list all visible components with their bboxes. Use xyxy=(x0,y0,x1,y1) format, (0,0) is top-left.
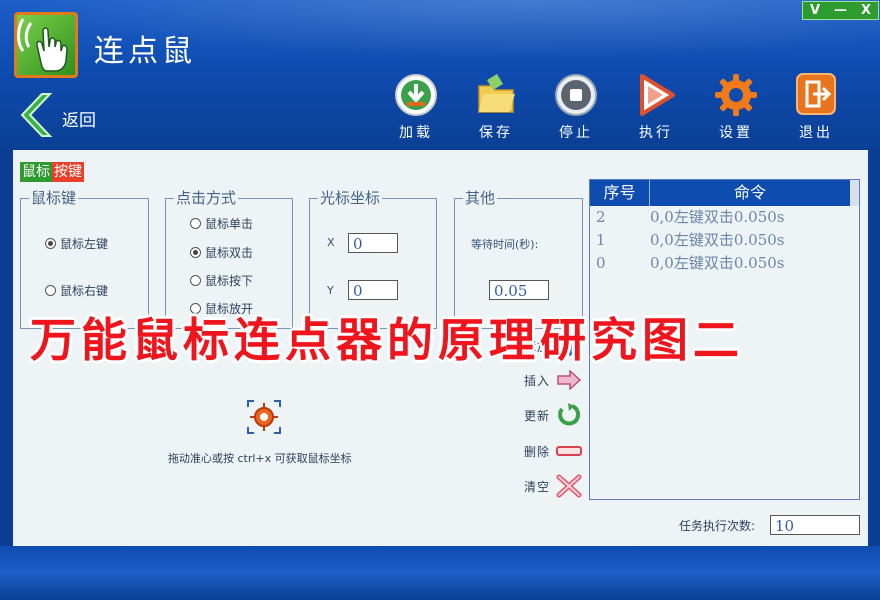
radio-double-click[interactable]: 鼠标双击 xyxy=(190,244,253,261)
radio-indicator xyxy=(45,285,56,296)
close-button[interactable]: X xyxy=(861,3,871,18)
app-logo xyxy=(14,12,78,78)
crosshair-target[interactable] xyxy=(246,399,282,435)
radio-label: 鼠标单击 xyxy=(205,217,254,231)
run-label: 执行 xyxy=(639,125,673,141)
x-label: X xyxy=(327,236,335,249)
wait-time-input[interactable]: 0.05 xyxy=(489,280,549,300)
radio-label: 鼠标左键 xyxy=(60,237,109,251)
radio-press[interactable]: 鼠标按下 xyxy=(190,272,253,289)
arrow-right-pink-icon xyxy=(557,370,582,390)
radio-indicator xyxy=(190,275,201,286)
radio-indicator xyxy=(190,218,201,229)
tag-part-1: 鼠标 xyxy=(20,162,52,182)
y-label: Y xyxy=(327,284,334,297)
radio-label: 鼠标双击 xyxy=(205,246,254,260)
radio-indicator xyxy=(190,247,201,258)
update-command-label: 更新 xyxy=(524,408,551,423)
folder-save-icon xyxy=(478,74,515,113)
settings-label: 设置 xyxy=(719,125,753,141)
save-button[interactable]: 保存 xyxy=(466,72,526,142)
crosshair-hint: 拖动准心或按 ctrl+x 可获取鼠标坐标 xyxy=(168,452,352,465)
radio-indicator xyxy=(45,238,56,249)
radio-label: 鼠标右键 xyxy=(60,284,109,298)
download-icon xyxy=(395,74,437,116)
header-command: 命令 xyxy=(733,183,766,202)
radio-single-click[interactable]: 鼠标单击 xyxy=(190,215,253,232)
cursor-coords-title: 光标坐标 xyxy=(318,189,383,207)
clear-command-label: 清空 xyxy=(524,479,551,494)
app-title: 连点鼠 xyxy=(94,34,196,69)
run-button[interactable]: 执行 xyxy=(626,72,686,142)
mouse-key-tag: 鼠标 按键 xyxy=(20,162,84,182)
row-command: 0,0左键双击0.050s xyxy=(650,231,785,249)
stop-label: 停止 xyxy=(559,125,593,141)
wait-time-label: 等待时间(秒): xyxy=(471,238,539,251)
exit-icon xyxy=(796,73,836,115)
row-index: 2 xyxy=(596,208,606,226)
mouse-key-title: 鼠标键 xyxy=(29,189,79,207)
settings-button[interactable]: 设置 xyxy=(706,72,766,142)
tag-part-2: 按键 xyxy=(52,162,84,182)
loop-count-input[interactable]: 10 xyxy=(770,515,860,535)
delete-command-label: 删除 xyxy=(524,444,551,459)
header-index: 序号 xyxy=(590,180,650,206)
refresh-icon xyxy=(558,403,581,426)
table-row[interactable]: 1 0,0左键双击0.050s xyxy=(590,229,859,252)
minimize-button[interactable]: — xyxy=(834,3,847,18)
insert-command-button[interactable]: 插入 xyxy=(524,368,582,392)
radio-left-button[interactable]: 鼠标左键 xyxy=(45,235,108,252)
row-index: 0 xyxy=(596,254,606,272)
row-index: 1 xyxy=(596,231,606,249)
y-coord-input[interactable]: 0 xyxy=(348,280,398,300)
update-command-button[interactable]: 更新 xyxy=(524,403,582,427)
radio-right-button[interactable]: 鼠标右键 xyxy=(45,282,108,299)
gear-icon xyxy=(715,74,757,116)
window-controls: V — X xyxy=(802,1,879,20)
back-label: 返回 xyxy=(62,111,96,131)
watermark-caption: 万能鼠标连点器的原理研究图二 xyxy=(30,313,744,367)
table-scrollbar-stub[interactable] xyxy=(850,180,859,206)
table-header: 序号 命令 xyxy=(590,180,859,206)
radio-label: 鼠标按下 xyxy=(205,274,254,288)
minus-icon xyxy=(556,446,582,456)
delete-command-button[interactable]: 删除 xyxy=(524,439,582,463)
stop-button[interactable]: 停止 xyxy=(546,72,606,142)
insert-command-label: 插入 xyxy=(524,373,551,388)
back-button[interactable]: 返回 xyxy=(18,92,108,140)
back-chevron-icon xyxy=(20,93,53,137)
exit-button[interactable]: 退出 xyxy=(786,72,846,142)
loop-count-label: 任务执行次数: xyxy=(679,519,756,533)
click-mode-title: 点击方式 xyxy=(174,189,239,207)
stop-icon xyxy=(555,74,597,116)
play-icon xyxy=(640,74,675,116)
minimize-to-tray-button[interactable]: V xyxy=(810,3,820,18)
x-coord-input[interactable]: 0 xyxy=(348,233,398,253)
load-button[interactable]: 加载 xyxy=(386,72,446,142)
clear-command-button[interactable]: 清空 xyxy=(524,474,582,498)
row-command: 0,0左键双击0.050s xyxy=(650,208,785,226)
table-row[interactable]: 0 0,0左键双击0.050s xyxy=(590,252,859,275)
footer-bar xyxy=(0,546,880,600)
table-row[interactable]: 2 0,0左键双击0.050s xyxy=(590,206,859,229)
crosshair-icon xyxy=(247,400,281,434)
exit-label: 退出 xyxy=(799,125,833,141)
hand-pointer-icon xyxy=(17,18,68,72)
save-label: 保存 xyxy=(479,125,513,141)
row-command: 0,0左键双击0.050s xyxy=(650,254,785,272)
load-label: 加载 xyxy=(399,125,433,141)
other-title: 其他 xyxy=(463,189,498,207)
clear-x-icon xyxy=(556,474,582,498)
